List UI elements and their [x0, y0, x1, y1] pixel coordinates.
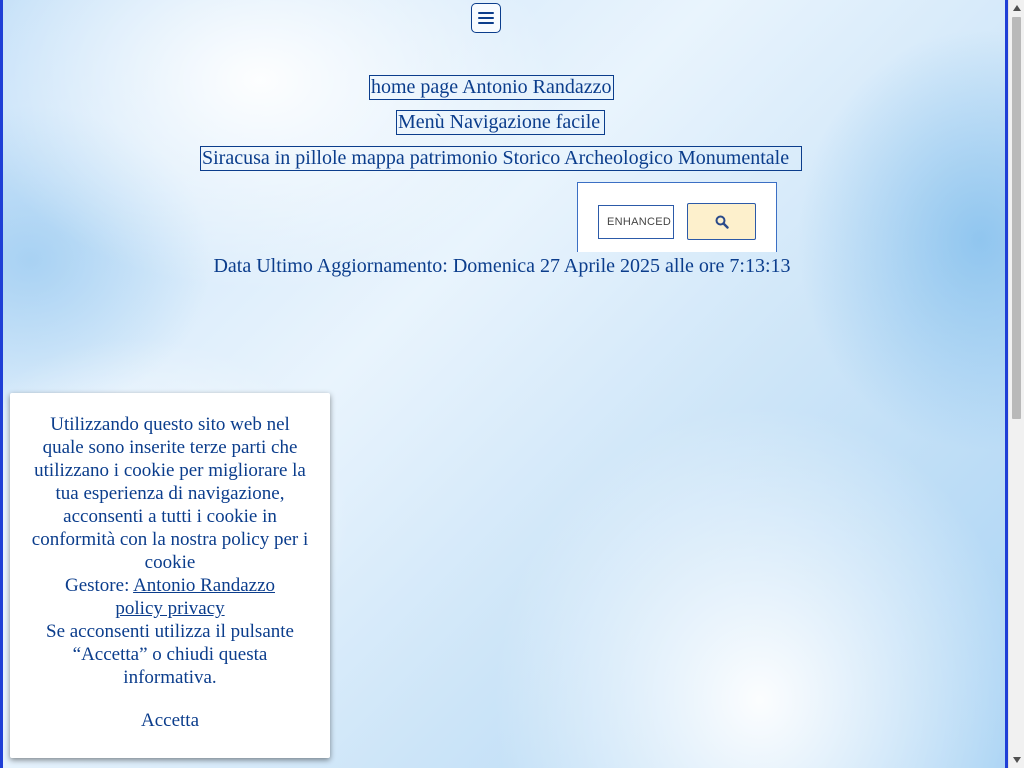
- hamburger-menu-icon: [478, 12, 494, 14]
- accept-cookies-button[interactable]: Accetta: [141, 709, 199, 732]
- manager-label: Gestore:: [64, 575, 134, 596]
- privacy-policy-link[interactable]: policy privacy: [115, 598, 224, 619]
- easy-navigation-menu-link[interactable]: Menù Navigazione facile: [396, 110, 605, 135]
- site-search-widget: ENHANCED: [577, 182, 777, 252]
- cookie-manager-line: Gestore: Antonio Randazzo: [28, 574, 312, 597]
- policy-line: policy privacy: [28, 597, 312, 620]
- cookie-notice-text: Utilizzando questo sito web nel quale so…: [31, 414, 309, 573]
- manager-link[interactable]: Antonio Randazzo: [133, 575, 275, 596]
- left-border: [0, 0, 3, 768]
- last-update-text: Data Ultimo Aggiornamento: Domenica 27 A…: [213, 255, 791, 277]
- page-viewport: home page Antonio Randazzo Menù Navigazi…: [0, 0, 1008, 768]
- scrollbar-thumb[interactable]: [1012, 17, 1021, 419]
- scroll-down-arrow-icon[interactable]: [1009, 752, 1024, 768]
- scroll-up-arrow-icon[interactable]: [1009, 0, 1024, 16]
- cookie-consent-banner: Utilizzando questo sito web nel quale so…: [10, 393, 330, 758]
- search-input[interactable]: ENHANCED: [598, 205, 674, 239]
- home-page-link[interactable]: home page Antonio Randazzo: [369, 75, 614, 100]
- hamburger-menu-button[interactable]: [471, 3, 501, 33]
- siracusa-map-link[interactable]: Siracusa in pillole mappa patrimonio Sto…: [200, 146, 802, 171]
- search-button[interactable]: [687, 203, 756, 240]
- vertical-scrollbar[interactable]: [1008, 0, 1024, 768]
- search-icon: [715, 215, 729, 229]
- cookie-consent-instruction: Se acconsenti utilizza il pulsante “Acce…: [46, 621, 294, 688]
